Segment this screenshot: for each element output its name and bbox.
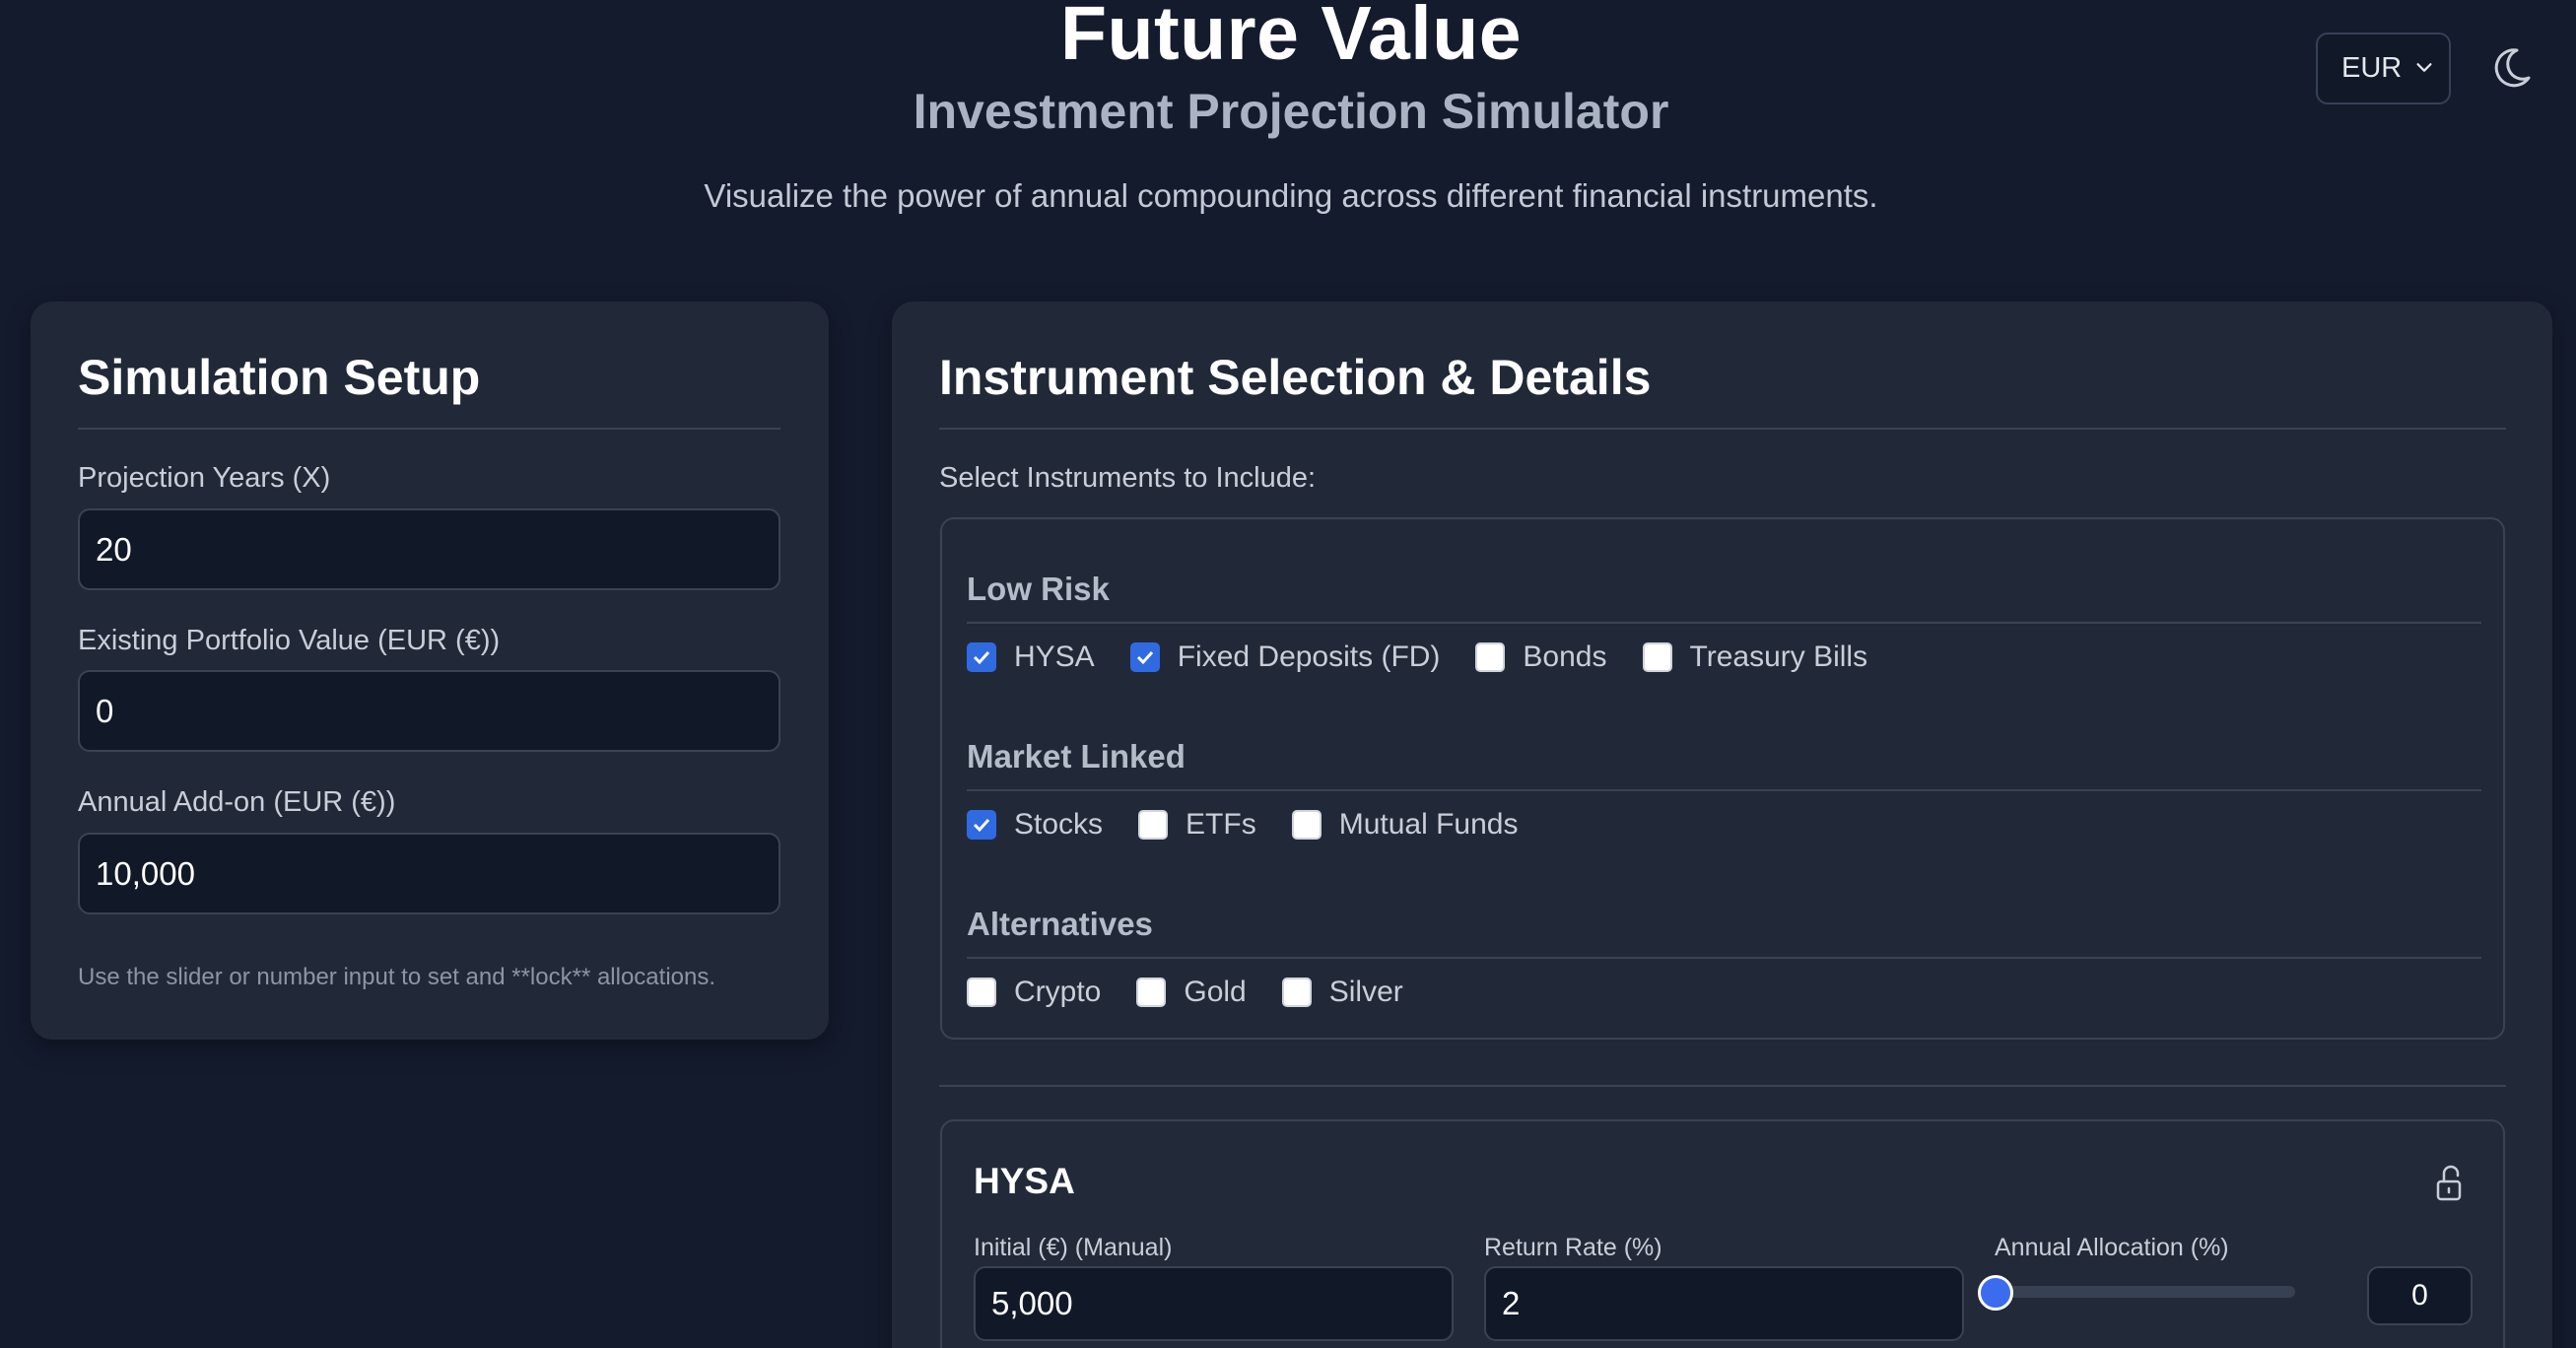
checkbox-box[interactable]: [1642, 642, 1672, 672]
checkbox-label: Stocks: [1014, 808, 1104, 841]
allocation-label: Annual Allocation (%): [1995, 1234, 2229, 1261]
detail-title: HYSA: [974, 1161, 1075, 1201]
select-instruments-label: Select Instruments to Include:: [939, 462, 1317, 494]
checkbox-box[interactable]: [1136, 977, 1167, 1007]
alternatives-options: Crypto Gold Silver: [967, 976, 1439, 1009]
allocation-slider-thumb[interactable]: [1978, 1275, 2013, 1311]
market-linked-options: Stocks ETFs Mutual Funds: [967, 808, 1553, 842]
setup-divider: [78, 428, 780, 430]
checkbox-box[interactable]: [967, 810, 996, 840]
rate-input[interactable]: 2: [1484, 1266, 1964, 1341]
checkbox-label: Silver: [1328, 976, 1403, 1008]
years-label: Projection Years (X): [78, 462, 331, 494]
checkbox-label: Bonds: [1523, 640, 1607, 673]
page-tagline: Visualize the power of annual compoundin…: [704, 177, 1878, 214]
checkbox-hysa[interactable]: HYSA: [967, 640, 1095, 674]
instruments-title: Instrument Selection & Details: [939, 350, 1652, 405]
checkbox-crypto[interactable]: Crypto: [967, 976, 1101, 1009]
portfolio-label: Existing Portfolio Value (EUR (€)): [78, 625, 501, 656]
checkbox-label: ETFs: [1186, 808, 1256, 841]
addon-label: Annual Add-on (EUR (€)): [78, 786, 396, 818]
checkbox-silver[interactable]: Silver: [1281, 976, 1403, 1009]
instruments-divider: [939, 428, 2506, 430]
checkbox-label: Mutual Funds: [1338, 808, 1519, 841]
page-title: Future Value: [1059, 0, 1523, 76]
checkbox-bonds[interactable]: Bonds: [1475, 640, 1607, 674]
currency-value: EUR: [2341, 52, 2403, 84]
group-title-alternatives: Alternatives: [967, 906, 1153, 942]
checkbox-treasury-bills[interactable]: Treasury Bills: [1642, 640, 1868, 674]
checkbox-etfs[interactable]: ETFs: [1138, 808, 1256, 842]
instrument-groups: Low Risk HYSA Fixed Deposits (FD) Bonds …: [940, 517, 2505, 1040]
checkbox-fixed-deposits[interactable]: Fixed Deposits (FD): [1129, 640, 1441, 674]
low-risk-options: HYSA Fixed Deposits (FD) Bonds Treasury …: [967, 640, 1903, 674]
checkbox-stocks[interactable]: Stocks: [967, 808, 1103, 842]
currency-select[interactable]: EUR: [2316, 33, 2451, 104]
checkbox-box[interactable]: [967, 642, 996, 672]
checkbox-label: Crypto: [1014, 976, 1102, 1008]
checkbox-label: Treasury Bills: [1689, 640, 1868, 673]
checkbox-label: Gold: [1184, 976, 1247, 1008]
group-title-low-risk: Low Risk: [967, 571, 1110, 607]
addon-input[interactable]: 10,000: [78, 833, 780, 914]
details-divider: [939, 1085, 2506, 1087]
group-divider: [967, 789, 2481, 791]
rate-label: Return Rate (%): [1484, 1234, 1662, 1261]
checkbox-label: Fixed Deposits (FD): [1177, 640, 1441, 673]
allocation-hint: Use the slider or number input to set an…: [78, 964, 716, 990]
group-divider: [967, 957, 2481, 959]
moon-icon[interactable]: [2487, 44, 2535, 92]
initial-input[interactable]: 5,000: [974, 1266, 1454, 1341]
group-title-market-linked: Market Linked: [967, 738, 1186, 775]
allocation-input[interactable]: 0: [2367, 1266, 2473, 1325]
checkbox-mutual-funds[interactable]: Mutual Funds: [1291, 808, 1519, 842]
checkbox-box[interactable]: [1281, 977, 1312, 1007]
setup-title: Simulation Setup: [78, 350, 481, 405]
allocation-slider[interactable]: [1990, 1286, 2295, 1298]
chevron-down-icon: [2416, 63, 2432, 72]
page-subtitle: Investment Projection Simulator: [913, 84, 1669, 139]
initial-label: Initial (€) (Manual): [974, 1234, 1173, 1261]
app-root: Future Value Investment Projection Simul…: [0, 0, 2576, 1348]
checkbox-label: HYSA: [1014, 640, 1095, 673]
checkbox-box[interactable]: [1291, 810, 1322, 840]
checkbox-box[interactable]: [1475, 642, 1506, 672]
unlock-icon[interactable]: [2433, 1163, 2467, 1204]
group-divider: [967, 622, 2481, 624]
checkbox-gold[interactable]: Gold: [1136, 976, 1247, 1009]
years-input[interactable]: 20: [78, 508, 780, 590]
portfolio-input[interactable]: 0: [78, 670, 780, 752]
checkbox-box[interactable]: [1138, 810, 1169, 840]
simulation-setup-card: Simulation Setup Projection Years (X) 20…: [31, 302, 829, 1040]
checkbox-box[interactable]: [1129, 642, 1160, 672]
instrument-detail-hysa: HYSA Initial (€) (Manual) 5,000 Return R…: [940, 1119, 2505, 1348]
checkbox-box[interactable]: [967, 977, 996, 1007]
